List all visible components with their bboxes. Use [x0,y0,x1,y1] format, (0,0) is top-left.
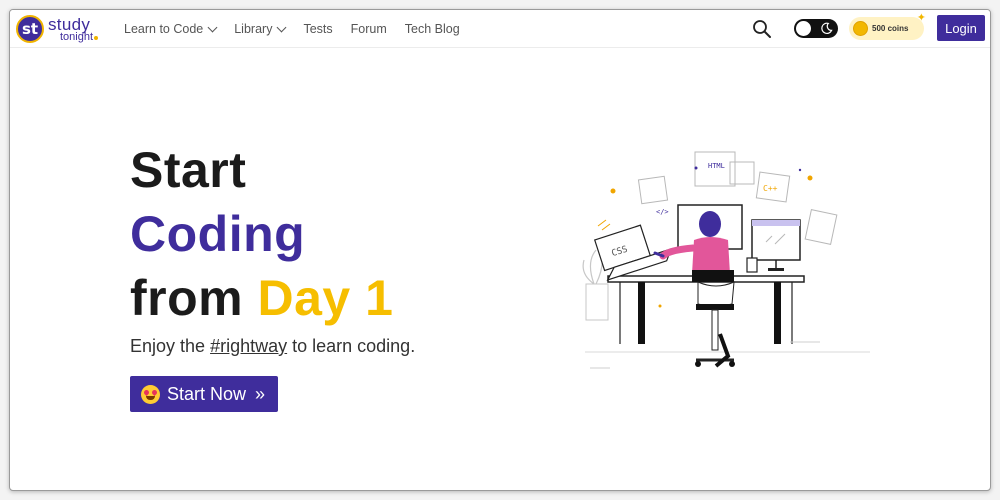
coins-badge[interactable]: 500 coins ✦ [849,12,926,40]
hero-subtitle-pre: Enjoy the [130,336,211,356]
sparkle-icon: ✦ [916,12,926,24]
hero-line-from-day: from Day 1 [130,266,393,330]
hero-line-start: Start [130,142,247,198]
coin-icon [853,21,868,36]
hero-day1-text: Day 1 [257,270,394,326]
nav-learn-to-code-label: Learn to Code [124,22,204,36]
hero-heading: Start Coding from Day 1 [130,138,393,330]
logo-dot-icon [94,35,99,40]
dark-mode-toggle[interactable] [794,19,838,38]
nav-learn-to-code[interactable]: Learn to Code [124,22,218,36]
double-chevron-right-icon: » [255,383,266,404]
browser-frame: st study tonight Learn to Code Library T… [9,9,991,491]
hero-subtitle-post: to learn coding. [287,336,416,356]
logo-wordmark: study tonight [48,16,99,43]
hero-line-coding: Coding [130,206,306,262]
rightway-link[interactable]: #rightway [210,336,287,356]
toggle-knob [796,21,811,36]
nav-library[interactable]: Library [234,22,287,36]
coins-label: 500 coins [872,24,909,33]
nav-forum[interactable]: Forum [351,22,387,36]
coder-illustration: HTML C++ </> CSS [582,151,870,369]
heart-eyes-emoji-icon [141,384,160,404]
chevron-down-icon [277,22,287,32]
chevron-down-icon [207,22,218,32]
start-now-button[interactable]: Start Now » [130,376,278,412]
nav-tech-blog[interactable]: Tech Blog [405,22,460,36]
logo-tonight-label: tonight [60,30,94,43]
login-button[interactable]: Login [937,15,985,41]
top-navbar: st study tonight Learn to Code Library T… [10,10,990,48]
logo-badge: st [16,15,44,43]
illus-label-html: HTML [708,162,725,170]
hero-subtitle: Enjoy the #rightway to learn coding. [130,336,415,357]
nav-links: Learn to Code Library Tests Forum Tech B… [124,10,460,48]
nav-tech-blog-label: Tech Blog [404,22,460,36]
start-now-label: Start Now [167,383,247,404]
nav-tests[interactable]: Tests [303,22,332,36]
illus-label-cpp: C++ [763,184,778,193]
nav-forum-label: Forum [350,22,387,36]
hero-from-text: from [130,270,258,326]
logo[interactable]: st study tonight [16,14,99,44]
illus-label-code: </> [656,208,669,216]
nav-library-label: Library [234,22,273,36]
moon-icon [821,22,833,34]
nav-tests-label: Tests [303,22,333,36]
emoji-mouth [146,395,155,400]
search-icon[interactable] [752,19,772,39]
